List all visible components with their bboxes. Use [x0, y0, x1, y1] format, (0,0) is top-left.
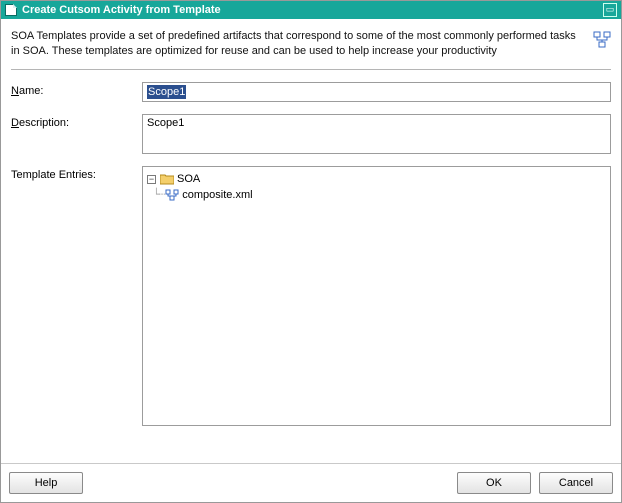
name-mnemonic: N: [11, 85, 19, 97]
collapse-icon[interactable]: −: [147, 175, 156, 184]
desc-mnemonic: D: [11, 117, 19, 129]
tree-root-label: SOA: [177, 171, 200, 187]
intro-text: SOA Templates provide a set of predefine…: [11, 29, 593, 59]
separator: [11, 69, 611, 70]
tree-child-row[interactable]: └┈ composite.xml: [147, 187, 606, 203]
document-icon: [5, 4, 17, 16]
name-label: Name:: [11, 82, 136, 102]
description-field[interactable]: [142, 114, 611, 154]
dialog-title: Create Cutsom Activity from Template: [22, 4, 601, 16]
tree-line: └┈: [153, 187, 164, 203]
ok-button[interactable]: OK: [457, 472, 531, 494]
dialog-window: Create Cutsom Activity from Template ▭ S…: [0, 0, 622, 503]
dialog-body: SOA Templates provide a set of predefine…: [1, 19, 621, 463]
soa-diagram-icon: [593, 31, 611, 49]
name-label-rest: ame:: [19, 85, 43, 97]
button-bar: Help OK Cancel: [1, 463, 621, 502]
maximize-icon[interactable]: ▭: [603, 3, 617, 17]
template-entries-label: Template Entries:: [11, 166, 136, 426]
template-entries-tree[interactable]: − SOA └┈: [142, 166, 611, 426]
cancel-button[interactable]: Cancel: [539, 472, 613, 494]
form-grid: Name: Scope1 Description: Template Entri…: [11, 82, 611, 426]
description-label: Description:: [11, 114, 136, 154]
help-button[interactable]: Help: [9, 472, 83, 494]
tree-child-label: composite.xml: [182, 187, 252, 203]
name-field[interactable]: [142, 82, 611, 102]
desc-label-rest: escription:: [19, 117, 69, 129]
name-selection-highlight: Scope1: [147, 85, 186, 99]
name-field-wrap: Scope1: [142, 82, 611, 102]
intro-row: SOA Templates provide a set of predefine…: [11, 29, 611, 59]
tree-root-row[interactable]: − SOA: [147, 171, 606, 187]
composite-file-icon: [165, 189, 179, 201]
folder-icon: [160, 173, 174, 185]
titlebar[interactable]: Create Cutsom Activity from Template ▭: [1, 1, 621, 19]
